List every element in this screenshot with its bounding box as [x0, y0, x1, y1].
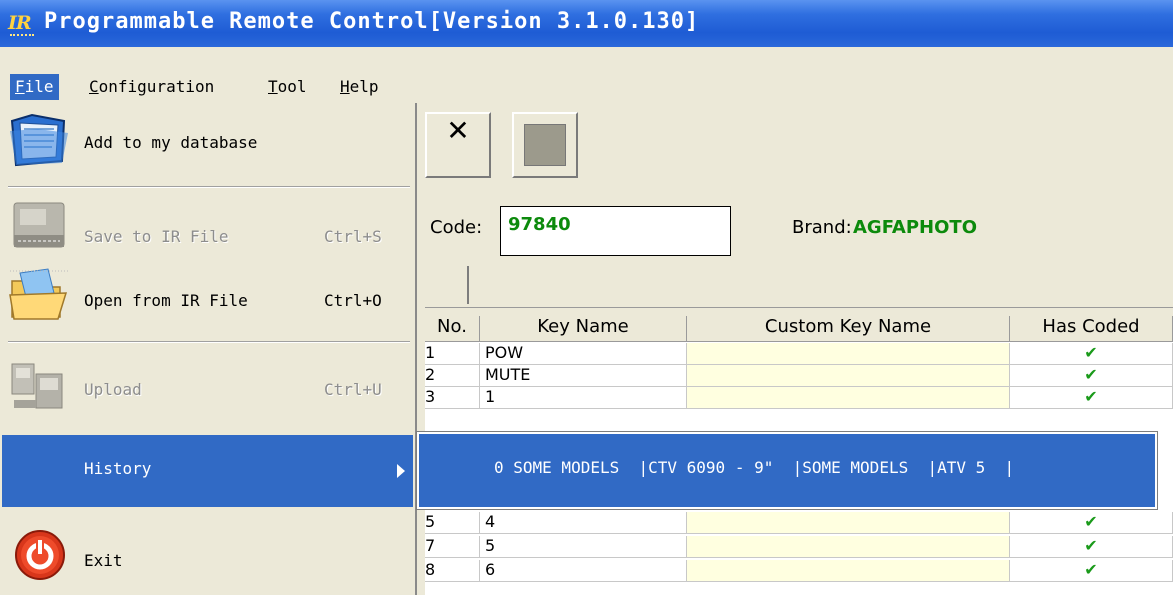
menu-item-label: Save to IR File	[84, 227, 229, 246]
cell-custom-key-name[interactable]	[687, 512, 1010, 533]
folder-icon	[10, 113, 68, 167]
window-title: Programmable Remote Control[Version 3.1.…	[44, 9, 700, 34]
cell-key-name: MUTE	[480, 365, 687, 386]
cell-no: 1	[425, 343, 480, 364]
menu-item-add-to-database[interactable]: Add to my database	[0, 103, 415, 185]
cell-key-name: POW	[480, 343, 687, 364]
table-row[interactable]: 1 POW ✔	[425, 343, 1173, 365]
menu-item-save-to-ir-file[interactable]: Save to IR File Ctrl+S	[0, 189, 415, 261]
table-row[interactable]: 8 6 ✔	[425, 560, 1173, 582]
cell-key-name: 6	[480, 560, 687, 581]
menu-item-shortcut: Ctrl+S	[324, 227, 382, 246]
menu-item-label: History	[84, 459, 152, 478]
menu-item-shortcut: Ctrl+U	[324, 380, 382, 399]
menu-item-label: Add to my database	[84, 133, 258, 152]
header-no[interactable]: No.	[425, 316, 480, 342]
check-icon: ✔	[1010, 343, 1173, 364]
menu-item-label: Open from IR File	[84, 291, 248, 310]
close-icon: ✕	[446, 114, 470, 147]
cell-no: 5	[425, 512, 480, 533]
menu-item-exit[interactable]: Exit	[0, 513, 415, 595]
menu-item-label: Exit	[84, 551, 123, 570]
title-bar[interactable]: IR Programmable Remote Control[Version 3…	[0, 0, 1173, 47]
menu-bar: File Configuration Tool Help	[0, 47, 1173, 103]
cell-no: 2	[425, 365, 480, 386]
close-button[interactable]: ✕	[425, 112, 491, 178]
menu-item-open-from-ir-file[interactable]: Open from IR File Ctrl+O	[0, 261, 415, 339]
cell-no: 8	[425, 560, 480, 581]
header-custom-key-name[interactable]: Custom Key Name	[687, 316, 1010, 342]
cell-key-name: 1	[480, 387, 687, 408]
stop-button[interactable]	[512, 112, 578, 178]
upload-icon	[11, 363, 63, 409]
cell-key-name: 4	[480, 512, 687, 533]
cell-custom-key-name[interactable]	[687, 560, 1010, 581]
tab-strip	[425, 262, 1173, 308]
header-has-coded[interactable]: Has Coded	[1010, 316, 1173, 342]
check-icon: ✔	[1010, 560, 1173, 581]
menu-item-label: Upload	[84, 380, 142, 399]
cell-custom-key-name[interactable]	[687, 387, 1010, 408]
code-label: Code:	[430, 217, 483, 238]
table-row[interactable]: 3 1 ✔	[425, 387, 1173, 409]
table-row[interactable]: 2 MUTE ✔	[425, 365, 1173, 387]
header-key-name[interactable]: Key Name	[480, 316, 687, 342]
cell-key-name: 5	[480, 536, 687, 557]
save-ir-icon	[13, 202, 65, 248]
code-value: 97840	[508, 214, 571, 235]
table-row[interactable]: 5 4 ✔	[425, 512, 1173, 534]
stop-icon	[524, 124, 566, 166]
menu-help[interactable]: Help	[335, 74, 384, 100]
menu-tool[interactable]: Tool	[263, 74, 312, 100]
tab-separator	[467, 266, 469, 304]
check-icon: ✔	[1010, 512, 1173, 533]
menu-item-history[interactable]: History	[2, 435, 413, 507]
ir-app-icon: IR	[8, 12, 38, 36]
submenu-arrow-icon	[397, 464, 405, 478]
menu-configuration[interactable]: Configuration	[84, 74, 219, 100]
menu-separator	[8, 341, 410, 343]
exit-power-icon	[15, 530, 65, 580]
cell-custom-key-name[interactable]	[687, 536, 1010, 557]
menu-separator	[8, 186, 410, 188]
check-icon: ✔	[1010, 387, 1173, 408]
check-icon: ✔	[1010, 536, 1173, 557]
table-row[interactable]: 7 5 ✔	[425, 536, 1173, 558]
brand-value: AGFAPHOTO	[853, 217, 978, 238]
menu-item-shortcut: Ctrl+O	[324, 291, 382, 310]
cell-custom-key-name[interactable]	[687, 343, 1010, 364]
check-icon: ✔	[1010, 365, 1173, 386]
cell-no: 7	[425, 536, 480, 557]
history-entry[interactable]: 0 SOME MODELS |CTV 6090 - 9" |SOME MODEL…	[494, 458, 1014, 477]
cell-no: 3	[425, 387, 480, 408]
cell-custom-key-name[interactable]	[687, 365, 1010, 386]
brand-label: Brand:	[792, 217, 852, 238]
file-menu-dropdown: Add to my database Save to IR File Ctrl+…	[0, 103, 417, 595]
menu-file[interactable]: File	[10, 74, 59, 100]
open-folder-icon	[9, 268, 70, 320]
menu-item-upload[interactable]: Upload Ctrl+U	[0, 344, 415, 429]
history-submenu: 0 SOME MODELS |CTV 6090 - 9" |SOME MODEL…	[416, 431, 1158, 510]
